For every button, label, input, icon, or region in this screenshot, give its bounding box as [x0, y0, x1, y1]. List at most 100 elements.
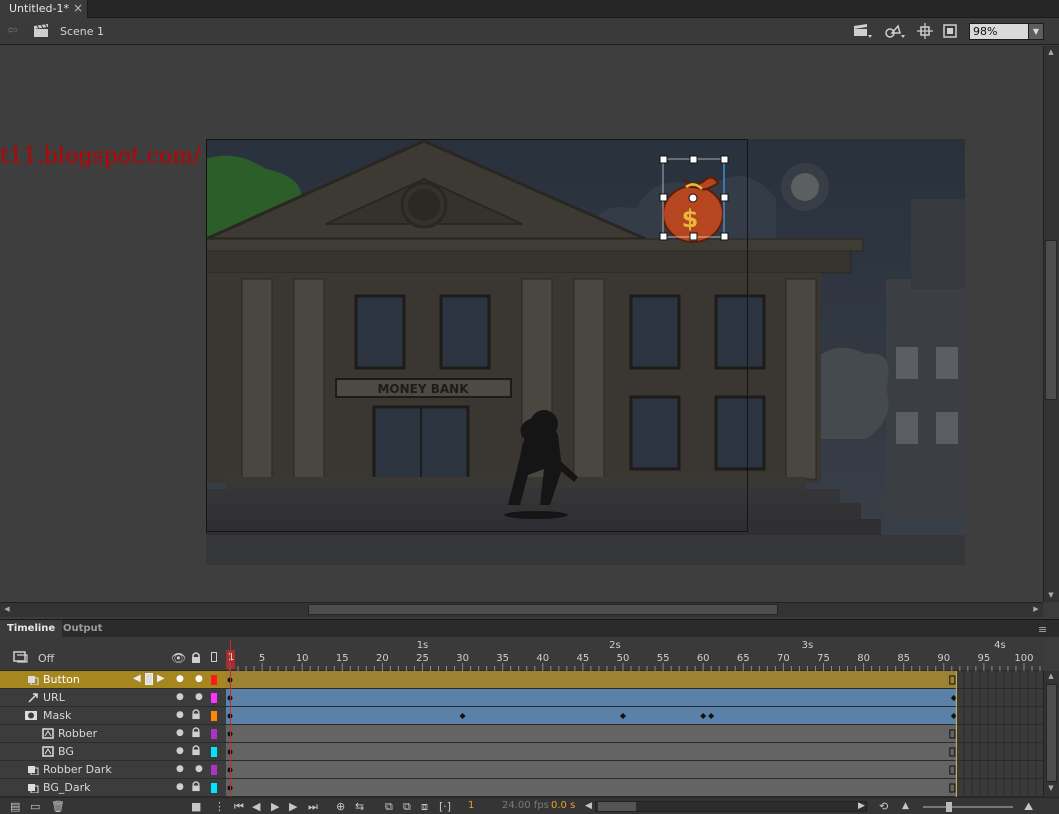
loop-icon[interactable]: ⇆ [355, 799, 364, 814]
new-folder-icon[interactable]: ▭ [30, 799, 40, 814]
onion-outline-icon[interactable]: ⧉ [403, 799, 411, 814]
tab-timeline[interactable]: Timeline [0, 620, 63, 638]
chevron-down-icon[interactable]: ▼ [1028, 23, 1044, 40]
lock-icon[interactable] [191, 745, 201, 756]
layer-color-swatch[interactable] [211, 693, 217, 703]
layer-row-robber-dark[interactable]: Robber Dark ● ● [0, 761, 226, 779]
first-frame-icon[interactable]: ⏮ [234, 799, 244, 814]
layer-color-swatch[interactable] [211, 783, 217, 793]
timeline-vertical-scrollbar[interactable]: ▲ ▼ [1043, 671, 1059, 797]
layer-row-mask[interactable]: Mask ● [0, 707, 226, 725]
visibility-dot[interactable]: ● [176, 782, 184, 792]
visibility-dot[interactable]: ● [176, 710, 184, 720]
onion-markers-icon[interactable]: [·] [439, 799, 451, 814]
next-keyframe-icon[interactable]: ▶ [157, 673, 165, 684]
current-frame-value[interactable]: 1 [468, 800, 474, 811]
playhead-line [230, 640, 231, 797]
frame-scroll-thumb[interactable] [598, 802, 636, 811]
panel-tab-bar: Timeline Output ≡ [0, 619, 1059, 638]
lock-icon[interactable] [191, 652, 201, 664]
frame-number-label: 30 [456, 653, 469, 664]
lock-icon[interactable] [191, 781, 201, 792]
visibility-dot[interactable]: ● [176, 746, 184, 756]
divider-handle-icon[interactable]: ⋮ [214, 799, 225, 814]
scroll-up-icon[interactable]: ▲ [1045, 48, 1057, 56]
layer-row-bg[interactable]: BG ● [0, 743, 226, 761]
prev-keyframe-icon[interactable]: ◀ [133, 673, 141, 684]
lock-icon[interactable] [191, 727, 201, 738]
visibility-dot[interactable]: ● [176, 674, 184, 684]
layer-row-robber[interactable]: Robber ● [0, 725, 226, 743]
fps-value[interactable]: 24.00 fps [502, 800, 549, 811]
delete-icon[interactable]: 🗑 [51, 799, 65, 814]
frame-span [226, 725, 956, 742]
last-frame-icon[interactable]: ⏭ [308, 799, 318, 814]
step-forward-icon[interactable]: ▶ [289, 799, 297, 814]
scroll-down-icon[interactable]: ▼ [1045, 784, 1057, 792]
back-arrow-icon[interactable]: ⇦ [7, 24, 21, 38]
outline-icon[interactable] [211, 652, 217, 662]
play-icon[interactable]: ▶ [271, 799, 279, 814]
layer-color-swatch[interactable] [211, 747, 217, 757]
edit-symbols-icon[interactable] [884, 23, 905, 39]
timeline-ruler[interactable]: 1510152025303540455055606570758085909510… [226, 637, 1043, 671]
layer-color-swatch[interactable] [211, 675, 217, 685]
timeline-scroll-thumb[interactable] [1046, 684, 1057, 782]
eye-icon[interactable]: 👁 [171, 651, 186, 665]
layer-name: BG_Dark [43, 781, 91, 794]
edit-scene-icon[interactable] [852, 23, 872, 39]
add-keyframe-icon[interactable] [145, 673, 153, 685]
layer-color-swatch[interactable] [211, 765, 217, 775]
lock-dot[interactable]: ● [195, 674, 203, 684]
frames-grid[interactable] [226, 671, 1043, 797]
lock-icon[interactable] [191, 709, 201, 720]
layer-mode-label[interactable]: Off [38, 652, 54, 665]
new-layer-icon[interactable]: ▤ [10, 799, 20, 814]
masked-layer-icon [42, 746, 54, 757]
tab-output[interactable]: Output [57, 620, 108, 638]
lock-dot[interactable]: ● [195, 764, 203, 774]
scroll-down-icon[interactable]: ▼ [1045, 591, 1057, 599]
frame-span [226, 779, 956, 796]
close-icon[interactable]: × [73, 0, 83, 17]
scroll-left-icon[interactable]: ◀ [585, 799, 592, 814]
scroll-right-icon[interactable]: ▶ [858, 799, 865, 814]
mask-layer-icon [25, 711, 37, 720]
scroll-left-icon[interactable]: ◀ [1, 605, 13, 613]
layer-color-swatch[interactable] [211, 711, 217, 721]
panel-menu-icon[interactable]: ≡ [1038, 623, 1047, 636]
stage-vertical-scroll-thumb[interactable] [1045, 240, 1057, 400]
frame-span [226, 761, 956, 778]
clapperboard-icon [34, 24, 48, 37]
refresh-icon[interactable]: ⟲ [879, 799, 888, 814]
center-frame-icon[interactable]: ⊕ [336, 799, 345, 814]
scroll-right-icon[interactable]: ▶ [1030, 605, 1042, 613]
camera-icon[interactable]: ■ [191, 799, 201, 814]
guide-layer-icon [28, 693, 38, 703]
layer-color-swatch[interactable] [211, 729, 217, 739]
stage-horizontal-scroll-thumb[interactable] [308, 604, 778, 615]
frame-number-label: 25 [416, 653, 429, 664]
scene-label[interactable]: Scene 1 [60, 25, 104, 38]
layer-row-button[interactable]: Button ◀ ▶ ● ● [0, 671, 226, 689]
step-back-icon[interactable]: ◀ [252, 799, 260, 814]
edit-multiple-icon[interactable]: ⧈ [421, 799, 428, 814]
layer-row-bg-dark[interactable]: BG_Dark ● [0, 779, 226, 797]
frame-span [226, 743, 956, 760]
visibility-dot[interactable]: ● [176, 764, 184, 774]
snap-icon[interactable] [915, 23, 935, 39]
timeline-footer: ▤ ▭ 🗑 ■ ⋮ ⏮ ◀ ▶ ▶ ⏭ ⊕ ⇆ ⧉ ⧉ ⧈ [·] 1 24.0… [0, 797, 1059, 814]
timeline-zoom-slider[interactable] [923, 806, 1013, 808]
layer-list: Button ◀ ▶ ● ● URL ● ● Mask ● Robber ● B… [0, 671, 226, 797]
visibility-dot[interactable]: ● [176, 728, 184, 738]
lock-dot[interactable]: ● [195, 692, 203, 702]
timeline-zoom-thumb[interactable] [946, 802, 952, 812]
zoom-in-timeline-icon[interactable]: ⛰ [1024, 799, 1033, 814]
visibility-dot[interactable]: ● [176, 692, 184, 702]
layer-row-url[interactable]: URL ● ● [0, 689, 226, 707]
layer-outline-icon[interactable] [13, 651, 29, 663]
scroll-up-icon[interactable]: ▲ [1045, 672, 1057, 680]
clip-stage-icon[interactable] [940, 23, 960, 39]
onion-skin-icon[interactable]: ⧉ [385, 799, 393, 814]
zoom-out-timeline-icon[interactable]: ▲ [902, 799, 909, 814]
